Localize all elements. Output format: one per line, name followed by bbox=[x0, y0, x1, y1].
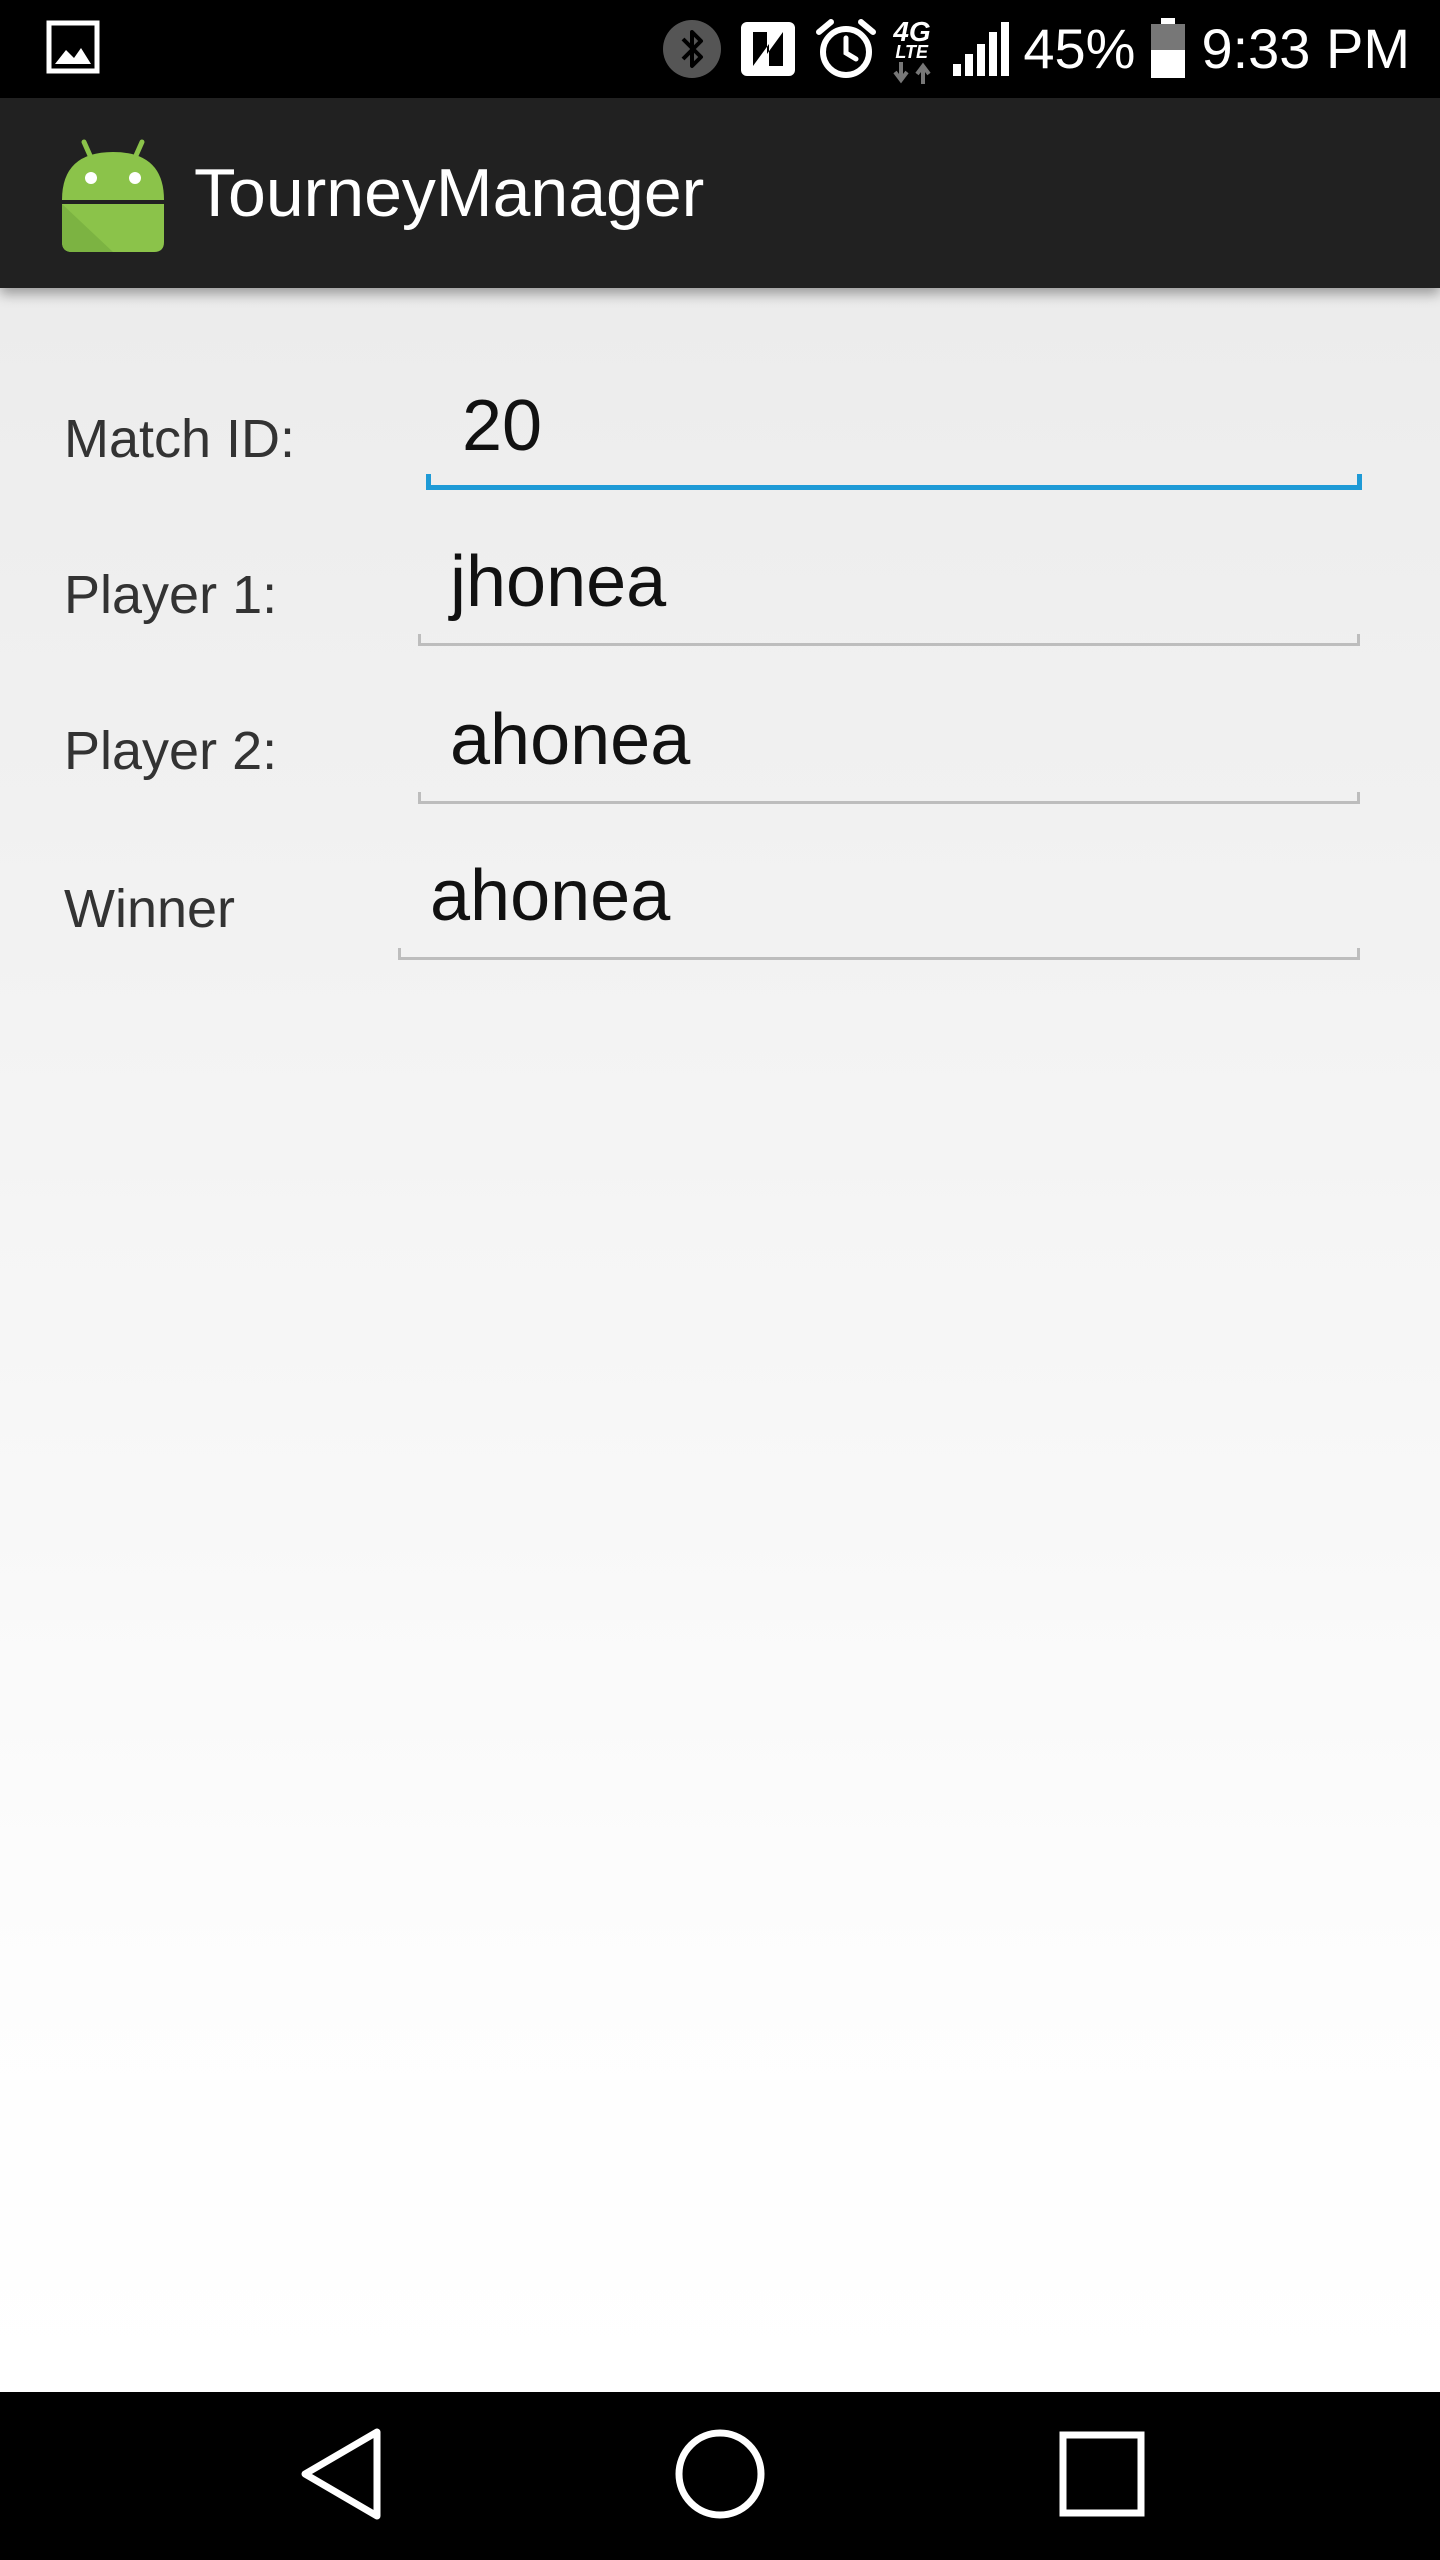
recents-button[interactable] bbox=[1052, 2426, 1152, 2526]
player1-field[interactable]: jhonea bbox=[418, 536, 1360, 646]
android-icon bbox=[58, 134, 168, 254]
alarm-icon bbox=[813, 16, 879, 82]
match-id-underline-tick-right bbox=[1357, 474, 1362, 490]
nfc-icon bbox=[737, 18, 799, 80]
winner-value: ahonea bbox=[430, 856, 671, 936]
back-button[interactable] bbox=[292, 2426, 392, 2526]
player2-value: ahonea bbox=[450, 700, 691, 780]
player1-underline-tick-right bbox=[1357, 634, 1360, 646]
winner-underline-tick-right bbox=[1357, 948, 1360, 960]
match-id-field[interactable]: 20 bbox=[426, 380, 1362, 490]
winner-field[interactable]: ahonea bbox=[398, 850, 1360, 960]
match-id-value: 20 bbox=[462, 386, 543, 466]
winner-label: Winner bbox=[64, 879, 236, 939]
app-title: TourneyManager bbox=[194, 155, 705, 231]
winner-underline bbox=[398, 957, 1360, 960]
battery-percent: 45% bbox=[1023, 17, 1136, 80]
status-bar: 4G LTE 45% 9:33 PM bbox=[0, 0, 1440, 98]
player1-value: jhonea bbox=[450, 542, 667, 622]
navigation-bar bbox=[0, 2392, 1440, 2560]
match-id-label: Match ID: bbox=[64, 409, 296, 469]
bluetooth-icon bbox=[661, 18, 723, 80]
player2-underline-tick-right bbox=[1357, 792, 1360, 804]
4g-lte-icon: 4G LTE bbox=[893, 12, 937, 86]
home-icon bbox=[673, 2427, 767, 2526]
recents-icon bbox=[1058, 2430, 1146, 2523]
battery-icon bbox=[1149, 18, 1187, 80]
player1-label: Player 1: bbox=[64, 565, 278, 625]
image-icon bbox=[46, 20, 100, 74]
match-form: Match ID: 20 Player 1: jhonea Player 2: … bbox=[0, 288, 1440, 2392]
player2-underline-tick-left bbox=[418, 792, 421, 804]
action-bar: TourneyManager bbox=[0, 98, 1440, 288]
status-icons: 4G LTE 45% 9:33 PM bbox=[661, 0, 1410, 98]
player1-underline bbox=[418, 643, 1360, 646]
match-id-underline-tick-left bbox=[426, 474, 431, 490]
match-id-underline bbox=[426, 485, 1362, 490]
network-subtype-label: LTE bbox=[895, 42, 929, 62]
player2-label: Player 2: bbox=[64, 721, 278, 781]
signal-icon bbox=[951, 20, 1010, 78]
player1-underline-tick-left bbox=[418, 634, 421, 646]
home-button[interactable] bbox=[670, 2426, 770, 2526]
winner-underline-tick-left bbox=[398, 948, 401, 960]
clock: 9:33 PM bbox=[1201, 17, 1410, 80]
player2-underline bbox=[418, 801, 1360, 804]
back-icon bbox=[297, 2426, 387, 2527]
player2-field[interactable]: ahonea bbox=[418, 694, 1360, 804]
